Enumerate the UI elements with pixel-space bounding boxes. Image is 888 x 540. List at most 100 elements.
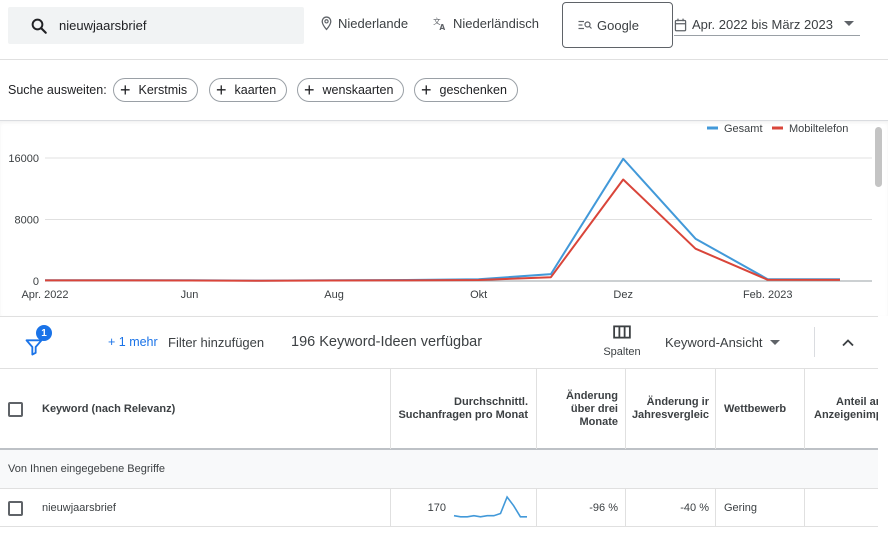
keyword-ideas-count: 196 Keyword-Ideen verfügbar [291, 334, 483, 350]
header-label: Monate [579, 415, 619, 428]
plus-icon: + [304, 80, 315, 100]
column-divider [715, 369, 716, 449]
trend-sparkline [453, 495, 527, 518]
y-tick-label: 8000 [15, 215, 39, 227]
sparkline-line [453, 495, 527, 518]
date-range-selector[interactable]: Apr. 2022 bis März 2023 [674, 14, 860, 36]
broaden-chip[interactable]: + kaarten [209, 78, 288, 102]
broaden-search-bar: Suche ausweiten: + Kerstmis + kaarten + wen… [0, 60, 888, 120]
column-divider [625, 489, 626, 527]
x-tick-label: Jun [181, 289, 199, 301]
calendar-icon [674, 18, 687, 31]
search-icon [31, 18, 47, 34]
legend-label: Gesamt [724, 123, 763, 135]
column-header-competition[interactable]: Wettbewerb [724, 369, 804, 449]
svg-text:A: A [439, 23, 445, 31]
keyword-cell: nieuwjaarsbrief [42, 502, 116, 514]
search-input[interactable] [59, 18, 279, 33]
location-selector[interactable]: Niederlande [320, 16, 408, 31]
column-divider [390, 369, 391, 449]
header-label: Wettbewerb [724, 402, 787, 415]
header-label: über drei [570, 402, 618, 415]
header-label: Durchschnittl. [454, 396, 528, 408]
x-tick-label: Feb. 2023 [743, 289, 793, 301]
ad-share-cell [806, 489, 878, 527]
header-label: Suchanfragen pro Monat [398, 409, 528, 421]
filter-count-badge: 1 [36, 325, 52, 341]
keyword-view-selector[interactable]: Keyword-Ansicht [665, 335, 780, 350]
yoy-change-cell: -40 % [680, 502, 709, 514]
search-box[interactable] [8, 7, 304, 44]
plus-icon: + [421, 80, 432, 100]
x-tick-label: Okt [470, 289, 487, 301]
broaden-label: Suche ausweiten: [8, 83, 107, 97]
column-divider [536, 489, 537, 527]
legend-label: Mobiltelefon [789, 123, 848, 135]
header-label: Jahresvergleic [631, 409, 709, 421]
broaden-chip[interactable]: + geschenken [414, 78, 518, 102]
language-selector[interactable]: 文A Niederländisch [432, 16, 539, 31]
header-label: Änderung ir [646, 396, 709, 408]
top-bar: Niederlande 文A Niederländisch Google Apr… [0, 0, 888, 60]
add-filter-button[interactable]: Filter hinzufügen [168, 335, 264, 350]
columns-icon [613, 325, 631, 339]
column-header-yoy-change[interactable]: Änderung ir Jahresvergleic [627, 369, 709, 449]
collapse-chart-button[interactable] [838, 333, 858, 353]
keyword-planner-page: Niederlande 文A Niederländisch Google Apr… [0, 0, 888, 540]
broaden-chip[interactable]: + wenskaarten [297, 78, 405, 102]
columns-label: Spalten [603, 346, 641, 358]
x-tick-label: Apr. 2022 [21, 289, 68, 301]
results-toolbar: 1 + 1 mehr Filter hinzufügen 196 Keyword… [0, 316, 878, 368]
column-header-keyword[interactable]: Keyword (nach Relevanz) [42, 369, 382, 449]
row-checkbox[interactable] [8, 501, 23, 516]
location-label: Niederlande [338, 16, 409, 31]
x-tick-label: Aug [324, 289, 344, 301]
select-all-checkbox[interactable] [8, 402, 23, 417]
column-divider [715, 489, 716, 527]
group-label: Von Ihnen eingegebene Begriffe [8, 463, 165, 475]
location-pin-icon [321, 16, 332, 31]
chip-label: kaarten [234, 83, 277, 97]
plus-icon: + [120, 80, 131, 100]
translate-icon: 文A [433, 16, 445, 31]
language-label: Niederländisch [453, 16, 539, 31]
column-divider [804, 369, 805, 449]
column-divider [390, 489, 391, 527]
keyword-table: Keyword (nach Relevanz) Durchschnittl. Su… [0, 368, 878, 540]
keyword-view-label: Keyword-Ansicht [665, 335, 763, 350]
series-line [45, 178, 841, 282]
column-header-avg-searches[interactable]: Durchschnittl. Suchanfragen pro Monat [392, 369, 528, 449]
header-label: Keyword (nach Relevanz) [42, 402, 176, 415]
toolbar-divider [814, 327, 815, 357]
three-month-change-cell: -96 % [589, 502, 618, 514]
search-volume-chart: 16000 8000 0 Apr. 2022 Jun Aug Okt Dez Feb. 2023… [0, 120, 888, 316]
column-header-ad-share[interactable]: Anteil an Anzeigenimp [806, 369, 878, 449]
group-header-row: Von Ihnen eingegebene Begriffe [0, 450, 878, 489]
search-network-icon [578, 20, 592, 30]
table-header: Keyword (nach Relevanz) Durchschnittl. Su… [0, 368, 878, 450]
y-tick-label: 16000 [8, 153, 39, 165]
date-range-label: Apr. 2022 bis März 2023 [692, 17, 833, 32]
column-divider [625, 369, 626, 449]
chevron-down-icon [769, 340, 780, 345]
more-filters-link[interactable]: + 1 mehr [108, 335, 158, 349]
chevron-down-icon [844, 21, 854, 26]
plus-icon: + [216, 80, 227, 100]
header-label: Anzeigenimp [814, 409, 878, 421]
broaden-chip[interactable]: + Kerstmis [113, 78, 199, 102]
chip-label: wenskaarten [322, 83, 394, 97]
chip-label: Kerstmis [138, 83, 188, 97]
header-label: Anteil an [836, 396, 878, 408]
competition-cell: Gering [724, 502, 758, 514]
x-tick-label: Dez [613, 289, 633, 301]
line-chart: 16000 8000 0Apr. 2022 Jun Aug Okt Dez Feb. 2023… [8, 123, 872, 301]
avg-searches-cell: 170 [427, 502, 446, 514]
column-divider [536, 369, 537, 449]
network-selector[interactable]: Google [562, 2, 673, 48]
chevron-up-icon [842, 339, 854, 347]
column-header-three-month-change[interactable]: Änderung über drei Monate [538, 369, 618, 449]
columns-button[interactable]: Spalten [600, 325, 644, 358]
network-label: Google [597, 17, 639, 33]
table-row[interactable]: nieuwjaarsbrief 170 -96 % -40 % Gering [0, 489, 878, 527]
scrollbar-thumb[interactable] [875, 127, 882, 187]
